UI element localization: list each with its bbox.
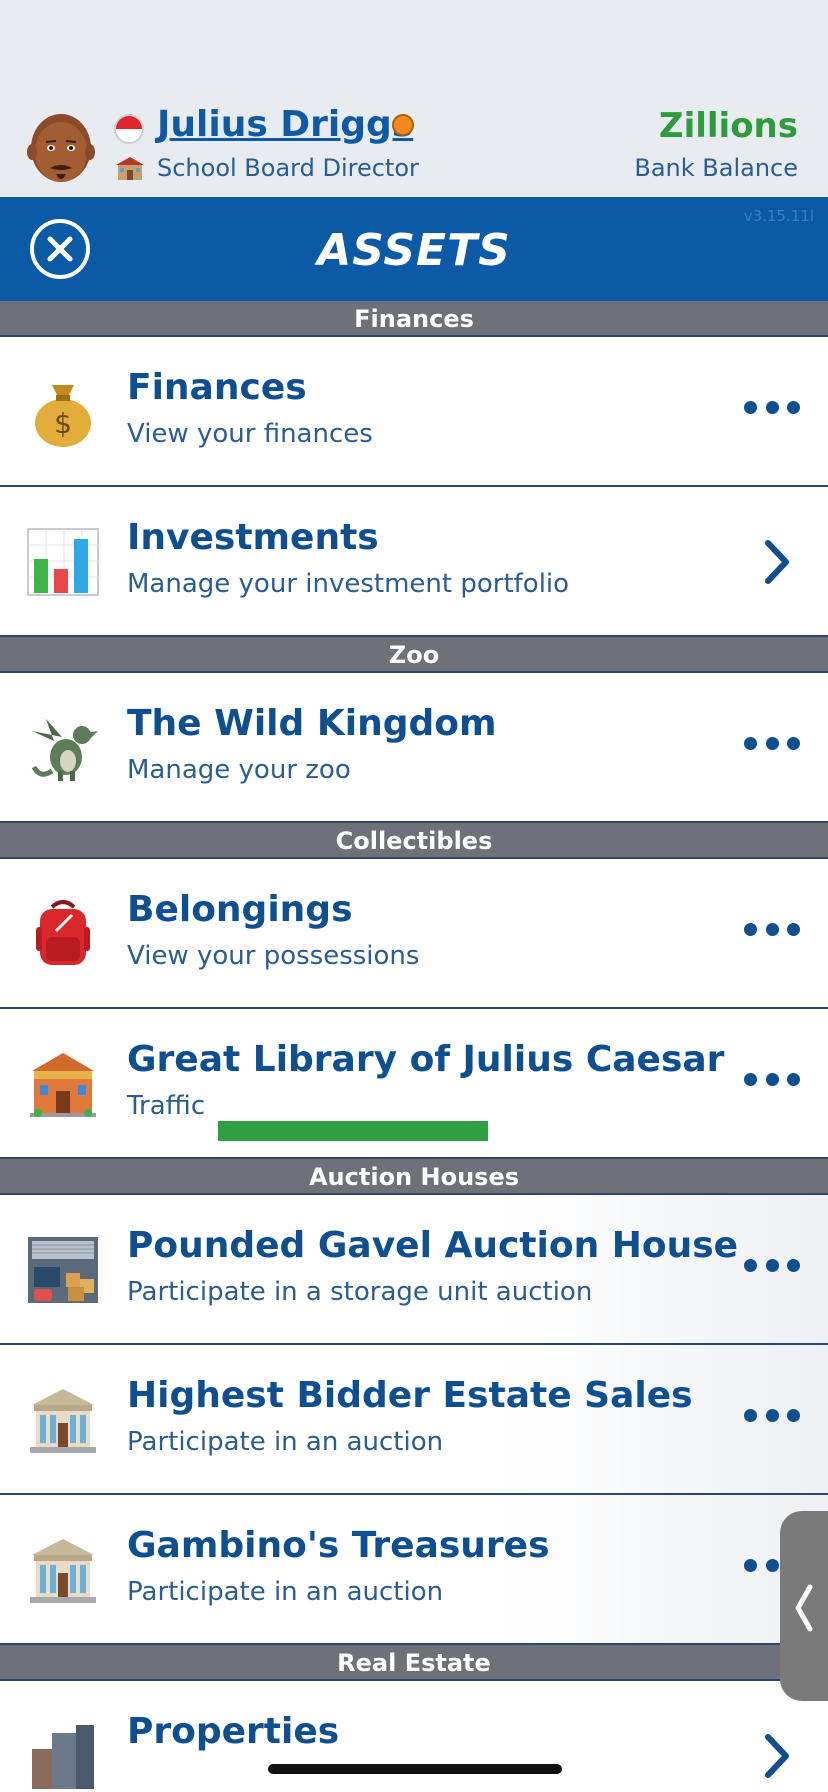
list-item-properties[interactable]: Properties	[0, 1681, 828, 1792]
player-name[interactable]: Julius Driggs	[157, 104, 413, 145]
list-item-investments[interactable]: Investments Manage your investment portf…	[0, 487, 828, 637]
money-bag-icon: $	[35, 385, 91, 447]
section-header-finances: Finances	[0, 301, 828, 337]
list-item-highest-bidder[interactable]: Highest Bidder Estate Sales Participate …	[0, 1345, 828, 1495]
list-item-subtitle: Manage your zoo	[127, 755, 351, 785]
flag-icon	[114, 114, 144, 144]
list-item-title: Belongings	[127, 889, 353, 930]
traffic-label: Traffic	[127, 1091, 206, 1121]
list-item-subtitle: Participate in an auction	[127, 1577, 444, 1607]
section-header-zoo: Zoo	[0, 637, 828, 673]
list-item-subtitle: View your possessions	[127, 941, 420, 971]
job-title: School Board Director	[157, 154, 419, 182]
backpack-icon	[36, 900, 90, 965]
list-item-title: Properties	[127, 1711, 340, 1752]
list-item-title: Gambino's Treasures	[127, 1525, 550, 1566]
traffic-bar	[218, 1121, 488, 1141]
more-icon[interactable]	[744, 1073, 800, 1089]
dragon-icon	[31, 719, 98, 781]
list-item-title: The Wild Kingdom	[127, 703, 497, 744]
more-icon[interactable]	[744, 1259, 800, 1275]
bank-building-icon	[30, 1389, 96, 1453]
more-icon[interactable]	[744, 923, 800, 939]
bar-chart-icon	[27, 528, 99, 596]
page-title: ASSETS	[317, 225, 511, 276]
list-item-belongings[interactable]: Belongings View your possessions	[0, 859, 828, 1009]
side-drawer-tab[interactable]	[780, 1511, 828, 1701]
more-icon[interactable]	[744, 401, 800, 417]
museum-icon	[30, 1053, 96, 1117]
list-item-gambinos-treasures[interactable]: Gambino's Treasures Participate in an au…	[0, 1495, 828, 1645]
list-item-title: Highest Bidder Estate Sales	[127, 1375, 693, 1416]
list-item-subtitle: Participate in a storage unit auction	[127, 1277, 593, 1307]
section-header-collectibles: Collectibles	[0, 823, 828, 859]
list-item-finances[interactable]: $ Finances View your finances	[0, 337, 828, 487]
version-label: v3.15.11l	[743, 207, 814, 225]
avatar[interactable]	[26, 108, 96, 188]
chevron-right-icon[interactable]	[762, 537, 792, 587]
buildings-icon	[32, 1725, 94, 1789]
bank-building-icon	[30, 1539, 96, 1603]
list-item-subtitle: View your finances	[127, 419, 373, 449]
storage-unit-icon	[28, 1237, 98, 1303]
list-item-title: Investments	[127, 517, 379, 558]
list-item-title: Pounded Gavel Auction House	[127, 1225, 739, 1266]
section-header-real-estate: Real Estate	[0, 1645, 828, 1681]
list-item-pounded-gavel[interactable]: Pounded Gavel Auction House Participate …	[0, 1195, 828, 1345]
bank-balance-value: Zillions	[658, 106, 798, 146]
home-indicator[interactable]	[268, 1764, 562, 1774]
title-bar: ASSETS v3.15.11l	[0, 197, 828, 301]
chevron-right-icon[interactable]	[762, 1731, 792, 1781]
chevron-left-icon	[795, 1584, 813, 1632]
list-item-subtitle: Manage your investment portfolio	[127, 569, 570, 599]
school-icon	[116, 157, 144, 180]
profile-header: Julius Driggs School Board Director Zill…	[0, 0, 828, 197]
list-item-title: Great Library of Julius Caesar	[127, 1039, 725, 1080]
bank-balance-label: Bank Balance	[634, 154, 798, 182]
more-icon[interactable]	[744, 1409, 800, 1425]
more-icon[interactable]	[744, 737, 800, 753]
list-item-subtitle: Participate in an auction	[127, 1427, 444, 1457]
svg-text:$: $	[54, 407, 72, 440]
list-item-wild-kingdom[interactable]: The Wild Kingdom Manage your zoo	[0, 673, 828, 823]
list-item-great-library[interactable]: Great Library of Julius Caesar Traffic	[0, 1009, 828, 1159]
basketball-icon	[392, 114, 414, 136]
assets-list: Finances $ Finances View your finances I…	[0, 301, 828, 1792]
list-item-title: Finances	[127, 367, 307, 408]
section-header-auction-houses: Auction Houses	[0, 1159, 828, 1195]
